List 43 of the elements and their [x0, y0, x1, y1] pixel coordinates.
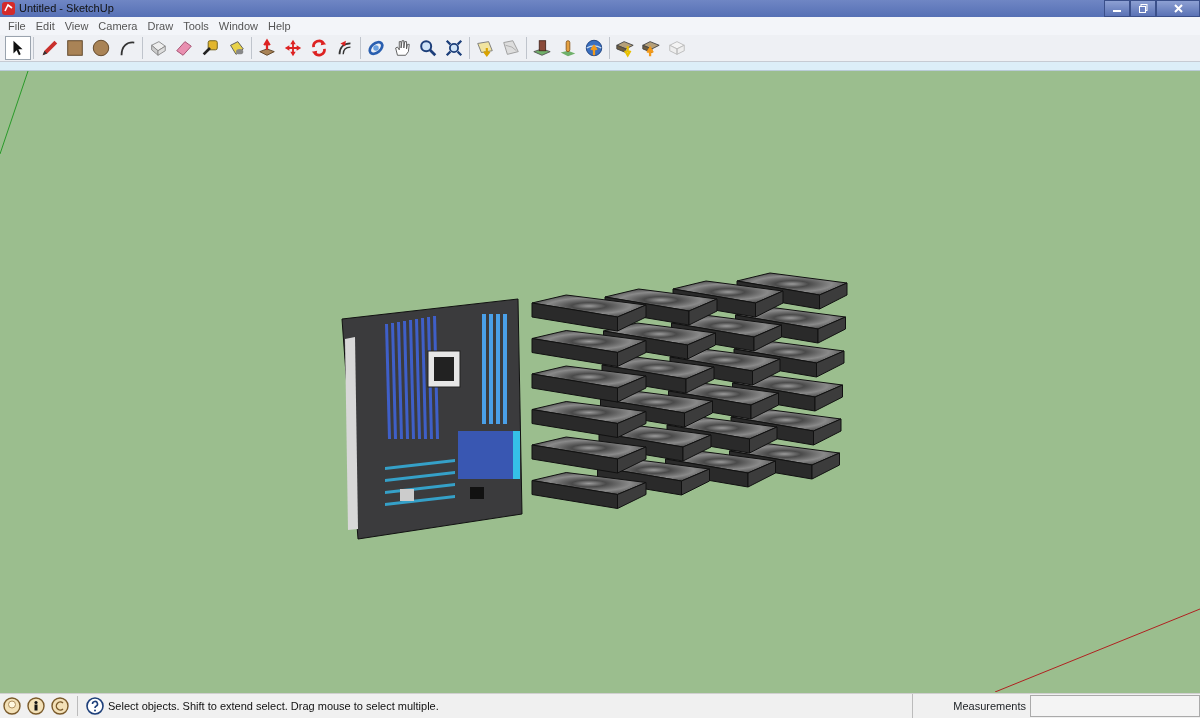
map-image-icon [475, 38, 495, 58]
box-outline-icon [667, 38, 687, 58]
menu-item[interactable]: Draw [142, 17, 179, 35]
menu-item[interactable]: Edit [30, 17, 60, 35]
minimize-button[interactable] [1104, 0, 1130, 17]
close-button[interactable] [1156, 0, 1200, 17]
viewport[interactable] [0, 71, 1200, 693]
app-logo-icon [2, 2, 15, 15]
circle-icon [91, 38, 111, 58]
restore-button[interactable] [1130, 0, 1156, 17]
eraser-icon [174, 38, 194, 58]
close-icon [1173, 4, 1183, 13]
geo-location-icon[interactable] [3, 697, 21, 715]
zoom-extents-icon [444, 38, 464, 58]
rectangle-icon [65, 38, 85, 58]
credits-icon[interactable] [51, 697, 69, 715]
box-up-arrow-icon [641, 38, 661, 58]
box-down-arrow-icon [615, 38, 635, 58]
measurements-field[interactable] [1030, 695, 1200, 717]
location-pin-icon [558, 38, 578, 58]
terrain-icon [501, 38, 521, 58]
move-arrows-icon [283, 38, 303, 58]
window-title: Untitled - SketchUp [19, 1, 114, 17]
menu-item[interactable]: View [59, 17, 94, 35]
orbit-icon [366, 38, 386, 58]
rotate-arrows-icon [309, 38, 329, 58]
push-pull-icon [257, 38, 277, 58]
magnifier-icon [418, 38, 438, 58]
status-message: Select objects. Shift to extend select. Drag mouse to select multiple. [108, 698, 439, 714]
menu-item[interactable]: Help [262, 17, 296, 35]
person-icon[interactable] [27, 697, 45, 715]
hand-icon [392, 38, 412, 58]
cube-icon [148, 38, 168, 58]
tool-button[interactable] [5, 36, 31, 60]
menu-item[interactable]: Tools [178, 17, 214, 35]
help-icon[interactable] [86, 697, 104, 715]
globe-icon [584, 38, 604, 58]
building-icon [532, 38, 552, 58]
menu-item[interactable]: File [3, 17, 31, 35]
restore-icon [1138, 4, 1148, 13]
tape-measure-icon [200, 38, 220, 58]
menu-item[interactable]: Camera [93, 17, 143, 35]
menu-item[interactable]: Window [213, 17, 263, 35]
